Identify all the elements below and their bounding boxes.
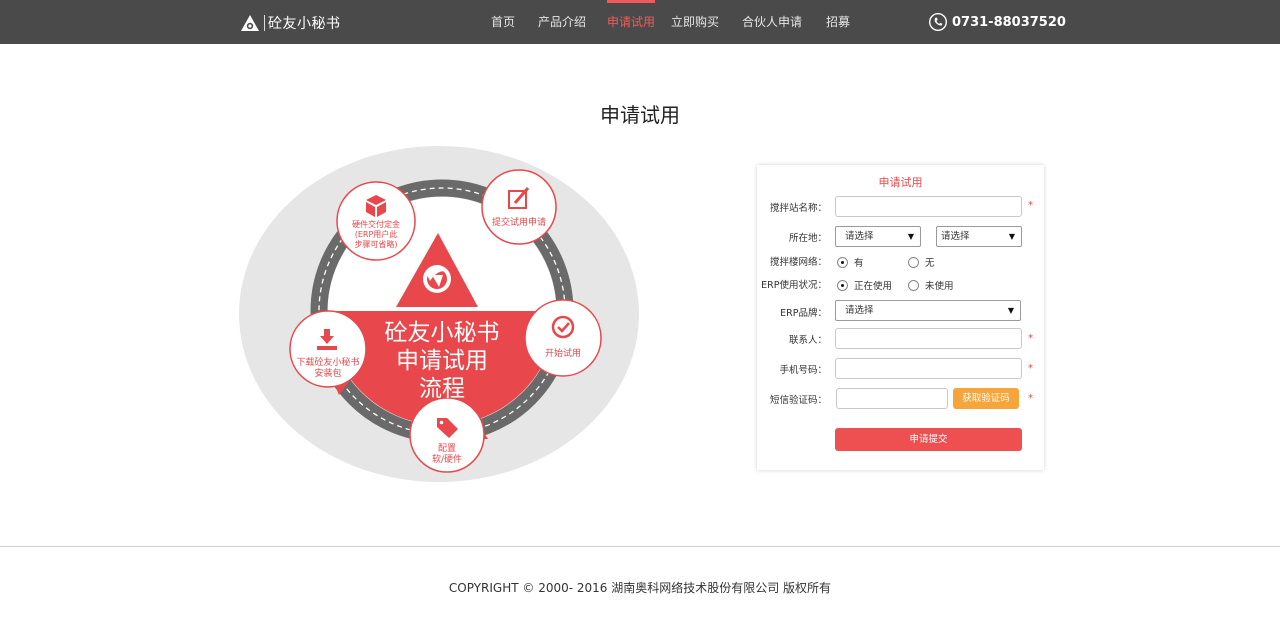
province-select-value: 请选择 — [845, 231, 874, 242]
process-center-title: 砼友小秘书 申请试用 流程 — [357, 319, 527, 403]
get-sms-code-button[interactable]: 获取验证码 — [953, 388, 1019, 409]
dropdown-arrow-icon: ▼ — [1007, 306, 1014, 315]
brand-logo[interactable]: 砼友小秘书 — [240, 13, 341, 33]
city-select-value: 请选择 — [941, 231, 970, 242]
step-deposit-line1: 硬件交付定金 — [352, 220, 400, 229]
network-label: 搅拌楼网络： — [769, 257, 827, 268]
required-mark: * — [1028, 363, 1033, 374]
sms-code-input[interactable] — [836, 388, 948, 409]
step-label-deposit: 硬件交付定金 (ERP用户此 步骤可省略) — [341, 220, 411, 250]
radio-selected-icon — [837, 256, 848, 268]
required-mark: * — [1028, 200, 1033, 211]
brand-logo-icon — [241, 15, 259, 31]
page-title: 申请试用 — [600, 103, 680, 127]
trial-application-form: 申请试用 搅拌站名称： * 所在地： 请选择 ▼ 请选择 ▼ 搅拌楼网络： 有 … — [757, 165, 1044, 470]
city-select[interactable]: 请选择 ▼ — [936, 226, 1022, 247]
trial-process-diagram: 砼友小秘书 申请试用 流程 硬件交付定金 (ERP用户此 步骤可省略) 提交试用… — [236, 143, 646, 488]
step-download-line1: 下载砼友小秘书 — [296, 358, 360, 368]
radio-empty-icon — [908, 256, 919, 268]
contact-phone: 0731-88037520 — [929, 13, 1066, 31]
erp-not-used-label: 未使用 — [925, 281, 954, 292]
network-no-radio[interactable]: 无 — [908, 255, 935, 269]
radio-selected-icon — [837, 279, 848, 291]
step-deposit-line3: 步骤可省略) — [354, 240, 398, 249]
footer-divider — [0, 546, 1280, 547]
province-select[interactable]: 请选择 ▼ — [835, 226, 921, 247]
submit-application-button[interactable]: 申请提交 — [835, 428, 1022, 451]
contact-label: 联系人： — [788, 335, 827, 346]
center-title-line3: 流程 — [419, 376, 465, 402]
step-label-start: 开始试用 — [544, 349, 581, 359]
erp-brand-select-value: 请选择 — [845, 305, 874, 316]
nav-apply-trial[interactable]: 申请试用 — [607, 0, 656, 44]
radio-empty-icon — [908, 279, 919, 291]
nav-home[interactable]: 首页 — [491, 0, 515, 44]
step-download-line2: 安装包 — [314, 369, 342, 379]
logo-divider — [264, 15, 265, 31]
sms-code-label: 短信验证码： — [769, 395, 827, 406]
dropdown-arrow-icon: ▼ — [907, 232, 914, 241]
mobile-label: 手机号码： — [779, 365, 827, 376]
location-label: 所在地： — [788, 233, 827, 244]
network-yes-label: 有 — [854, 258, 864, 269]
nav-partner-apply[interactable]: 合伙人申请 — [742, 0, 802, 44]
step-label-configure: 配置 软/硬件 — [412, 444, 482, 466]
phone-icon — [929, 13, 947, 31]
erp-brand-label: ERP品牌： — [780, 308, 827, 319]
step-configure-line1: 配置 — [437, 444, 456, 454]
station-name-label: 搅拌站名称： — [769, 203, 827, 214]
station-name-input[interactable] — [835, 196, 1022, 217]
erp-in-use-label: 正在使用 — [854, 281, 893, 292]
nav-recruit[interactable]: 招募 — [826, 0, 850, 44]
erp-status-label: ERP使用状况： — [761, 280, 827, 291]
contact-input[interactable] — [835, 328, 1022, 349]
erp-in-use-radio[interactable]: 正在使用 — [837, 278, 892, 292]
dropdown-arrow-icon: ▼ — [1008, 232, 1015, 241]
step-deposit-line2: (ERP用户此 — [354, 230, 398, 239]
form-title: 申请试用 — [878, 176, 923, 189]
brand-name: 砼友小秘书 — [268, 16, 341, 32]
erp-not-used-radio[interactable]: 未使用 — [908, 278, 954, 292]
center-title-line1: 砼友小秘书 — [384, 320, 500, 346]
nav-buy-now[interactable]: 立即购买 — [671, 0, 719, 44]
nav-product-intro[interactable]: 产品介绍 — [538, 0, 586, 44]
copyright-text: COPYRIGHT © 2000- 2016 湖南奥科网络技术股份有限公司 版权… — [448, 581, 832, 595]
center-title-line2: 申请试用 — [396, 348, 488, 374]
network-no-label: 无 — [925, 258, 935, 269]
phone-number: 0731-88037520 — [952, 14, 1066, 30]
mobile-input[interactable] — [835, 358, 1022, 379]
required-mark: * — [1028, 393, 1033, 404]
step-label-download: 下载砼友小秘书 安装包 — [290, 358, 366, 380]
step-configure-line2: 软/硬件 — [431, 455, 463, 465]
top-navigation-bar: 砼友小秘书 首页 产品介绍 申请试用 立即购买 合伙人申请 招募 0731-88… — [0, 0, 1280, 44]
erp-brand-select[interactable]: 请选择 ▼ — [835, 300, 1021, 321]
required-mark: * — [1028, 333, 1033, 344]
process-ring-graphic — [239, 146, 639, 482]
step-label-submit: 提交试用申请 — [491, 218, 546, 228]
network-yes-radio[interactable]: 有 — [837, 255, 864, 269]
